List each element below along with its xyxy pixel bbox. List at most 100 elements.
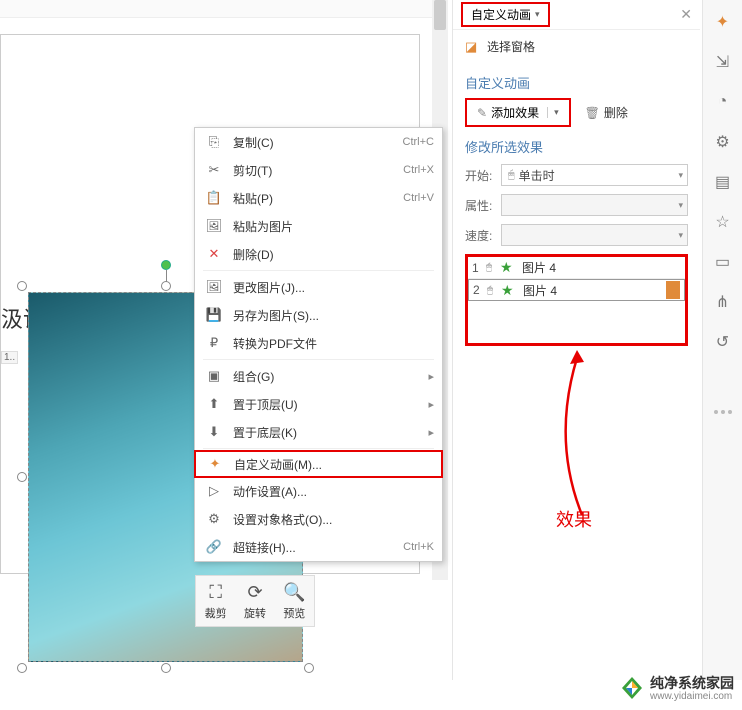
menu-separator-3 [203, 448, 434, 449]
menu-hyperlink-shortcut: Ctrl+K [403, 541, 434, 553]
submenu-arrow-icon: ▸ [428, 426, 434, 439]
context-menu: ⎘ 复制(C) Ctrl+C ✂ 剪切(T) Ctrl+X 📋 粘贴(P) Ct… [194, 127, 443, 562]
crop-label: 裁剪 [198, 605, 234, 621]
format-icon: ⚙ [205, 510, 223, 528]
rail-export-icon[interactable]: ⇲ [713, 52, 733, 72]
change-pic-icon: 🖼 [205, 278, 223, 296]
start-combo[interactable]: 🖱 单击时 ▾ [501, 164, 688, 186]
rotate-handle[interactable] [161, 260, 171, 270]
add-effect-button[interactable]: ✎ 添加效果 ▾ [465, 98, 571, 127]
select-pane-button[interactable]: ◪ 选择窗格 [453, 30, 700, 63]
mouse-click-icon: 🖱 [486, 262, 500, 273]
modify-section-label: 修改所选效果 [465, 137, 688, 156]
menu-group[interactable]: ▣ 组合(G) ▸ [195, 362, 442, 390]
property-row: 属性: ▾ [465, 194, 688, 216]
close-button[interactable]: ✕ [680, 6, 692, 23]
handle-bl[interactable] [17, 663, 27, 673]
star-icon: ★ [501, 282, 519, 299]
effect-list: 1 🖱 ★ 图片 4 2 🖱 ★ 图片 4 [465, 254, 688, 346]
handle-bm[interactable] [161, 663, 171, 673]
logo-icon [618, 674, 646, 702]
menu-separator [203, 270, 434, 271]
speed-combo: ▾ [501, 224, 688, 246]
watermark: 纯净系统家园 www.yidaimei.com [618, 673, 734, 702]
handle-tm[interactable] [161, 281, 171, 291]
add-effect-label: 添加效果 [491, 104, 539, 121]
group-icon: ▣ [205, 367, 223, 385]
picture-paste-icon: 🖼 [205, 217, 223, 235]
effect-name: 图片 4 [519, 282, 666, 299]
menu-action-settings[interactable]: ▷ 动作设置(A)... [195, 477, 442, 505]
menu-group-label: 组合(G) [233, 368, 428, 385]
menu-hyperlink[interactable]: 🔗 超链接(H)... Ctrl+K [195, 533, 442, 561]
menu-bring-front[interactable]: ⬆ 置于顶层(U) ▸ [195, 390, 442, 418]
property-label: 属性: [465, 197, 501, 214]
start-row: 开始: 🖱 单击时 ▾ [465, 164, 688, 186]
panel-title-text: 自定义动画 [471, 6, 531, 23]
chevron-down-icon: ▾ [535, 9, 540, 20]
menu-paste-as-pic[interactable]: 🖼 粘贴为图片 [195, 212, 442, 240]
menu-format-object[interactable]: ⚙ 设置对象格式(O)... [195, 505, 442, 533]
animation-pane: 自定义动画 ▾ ✕ ◪ 选择窗格 自定义动画 ✎ 添加效果 ▾ 🗑 删除 修改所… [452, 0, 700, 680]
star-icon: ★ [500, 259, 518, 276]
scrollbar-thumb[interactable] [434, 0, 446, 30]
menu-delete[interactable]: ✕ 删除(D) [195, 240, 442, 268]
menu-paste-label: 粘贴(P) [233, 190, 403, 207]
menu-paste-as-pic-label: 粘贴为图片 [233, 218, 434, 235]
menu-cut-shortcut: Ctrl+X [403, 164, 434, 176]
rail-layout-icon[interactable]: ▭ [713, 252, 733, 272]
menu-custom-animation[interactable]: ✦ 自定义动画(M)... [194, 450, 443, 478]
chevron-down-icon: ▾ [547, 107, 559, 118]
crop-button[interactable]: ⛶ 裁剪 [198, 581, 234, 621]
animation-icon: ✦ [206, 455, 224, 473]
menu-save-as-pic[interactable]: 💾 另存为图片(S)... [195, 301, 442, 329]
effect-dropdown-handle[interactable] [666, 281, 680, 299]
menu-change-pic[interactable]: 🖼 更改图片(J)... [195, 273, 442, 301]
menu-send-back[interactable]: ⬇ 置于底层(K) ▸ [195, 418, 442, 446]
rail-animation-icon[interactable]: ✦ [713, 12, 733, 32]
rail-share-icon[interactable]: ⋔ [713, 292, 733, 312]
custom-anim-section-label: 自定义动画 [465, 73, 688, 92]
right-rail: ✦ ⇲ ◔ ⚙ ▤ ☆ ▭ ⋔ ↺ [702, 0, 742, 680]
copy-icon: ⎘ [205, 133, 223, 151]
menu-copy[interactable]: ⎘ 复制(C) Ctrl+C [195, 128, 442, 156]
effect-row[interactable]: 1 🖱 ★ 图片 4 [468, 257, 685, 279]
preview-button[interactable]: 🔍 预览 [276, 581, 312, 621]
save-pic-icon: 💾 [205, 306, 223, 324]
rotate-button[interactable]: ⟳ 旋转 [237, 581, 273, 621]
menu-bring-front-label: 置于顶层(U) [233, 396, 428, 413]
effect-row-selected[interactable]: 2 🖱 ★ 图片 4 [468, 279, 685, 301]
clipboard-icon: 📋 [205, 189, 223, 207]
top-bar [0, 0, 448, 18]
rail-template-icon[interactable]: ▤ [713, 172, 733, 192]
slide-number: 1.. [1, 351, 18, 364]
rotate-icon: ⟳ [237, 581, 273, 603]
handle-br[interactable] [304, 663, 314, 673]
menu-action-settings-label: 动作设置(A)... [233, 483, 434, 500]
rail-settings-icon[interactable]: ⚙ [713, 132, 733, 152]
panel-title-dropdown[interactable]: 自定义动画 ▾ [461, 2, 550, 27]
scissors-icon: ✂ [205, 161, 223, 179]
rail-more-icon[interactable] [714, 410, 732, 414]
bring-front-icon: ⬆ [205, 395, 223, 413]
menu-copy-shortcut: Ctrl+C [403, 136, 434, 148]
menu-to-pdf[interactable]: ₽ 转换为PDF文件 [195, 329, 442, 357]
menu-cut[interactable]: ✂ 剪切(T) Ctrl+X [195, 156, 442, 184]
action-icon: ▷ [205, 482, 223, 500]
rail-tools-icon[interactable]: ◔ [713, 92, 733, 112]
menu-hyperlink-label: 超链接(H)... [233, 539, 403, 556]
mouse-click-icon: 🖱 [487, 285, 501, 296]
handle-tl[interactable] [17, 281, 27, 291]
watermark-url: www.yidaimei.com [650, 691, 734, 702]
send-back-icon: ⬇ [205, 423, 223, 441]
property-combo: ▾ [501, 194, 688, 216]
menu-send-back-label: 置于底层(K) [233, 424, 428, 441]
rail-favorite-icon[interactable]: ☆ [713, 212, 733, 232]
rail-history-icon[interactable]: ↺ [713, 332, 733, 352]
chevron-down-icon: ▾ [678, 230, 683, 241]
handle-ml[interactable] [17, 472, 27, 482]
delete-effect-button[interactable]: 🗑 删除 [579, 100, 634, 125]
menu-paste[interactable]: 📋 粘贴(P) Ctrl+V [195, 184, 442, 212]
crop-icon: ⛶ [198, 581, 234, 603]
image-float-toolbar: ⛶ 裁剪 ⟳ 旋转 🔍 预览 [195, 575, 315, 627]
